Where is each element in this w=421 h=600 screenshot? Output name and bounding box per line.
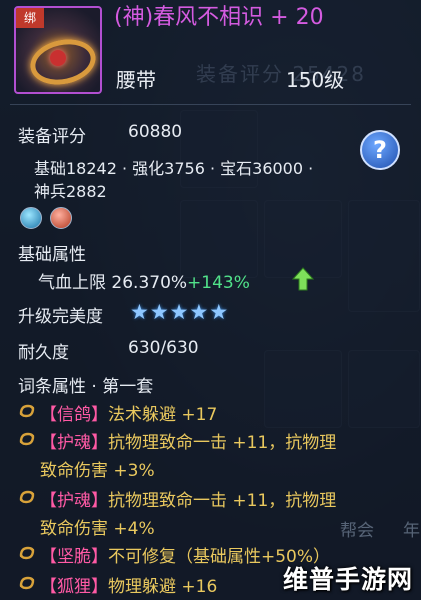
upgrade-label: 升级完美度	[18, 307, 103, 327]
score-value: 60880	[128, 122, 183, 142]
base-attr-stat: 气血上限 26.370%+143%	[38, 268, 250, 293]
affix-swirl-icon	[19, 404, 35, 418]
base-attr-bonus: +143%	[187, 273, 250, 293]
help-button[interactable]: ?	[360, 130, 400, 170]
red-gem-icon	[50, 207, 72, 229]
affix-row: 【护魂】抗物理致命一击 +11，抗物理	[40, 428, 336, 453]
durability-value: 630/630	[128, 338, 199, 358]
star-icon: ★	[149, 300, 169, 324]
affix-text: 物理躲避 +16	[108, 577, 218, 597]
affix-row: 【护魂】抗物理致命一击 +11，抗物理	[40, 486, 336, 511]
score-label: 装备评分	[18, 127, 86, 147]
item-slot: 腰带	[116, 68, 156, 92]
item-name: (神)春风不相识 + 20	[114, 5, 324, 30]
affix-swirl-icon	[19, 576, 35, 590]
affix-tag: 【狐狸】	[40, 577, 108, 597]
bound-badge: 绑	[16, 8, 44, 28]
item-level: 150级	[286, 68, 345, 92]
base-attr-title: 基础属性	[18, 245, 86, 265]
affix-swirl-icon	[19, 490, 35, 504]
affix-tag: 【坚脆】	[40, 547, 108, 567]
affix-swirl-icon	[19, 546, 35, 560]
background-hint-right: 年	[403, 521, 420, 541]
star-icon: ★	[189, 300, 209, 324]
item-icon: 绑	[14, 6, 102, 94]
affix-title: 词条属性 · 第一套	[18, 377, 154, 397]
upgrade-arrow-icon	[292, 267, 314, 291]
background-hint-left: 帮会	[340, 521, 374, 541]
affix-tag: 【信鸽】	[40, 405, 108, 425]
upgrade-stars: ★ ★ ★ ★ ★	[130, 301, 228, 323]
site-watermark: 维普手游网	[282, 565, 413, 594]
item-tooltip: 绑 装备评分 25428 (神)春风不相识 + 20 腰带 150级 装备评分 …	[0, 0, 421, 600]
affix-text: 抗物理致命一击 +11，抗物理	[108, 433, 337, 453]
affix-text-wrap: 致命伤害 +4%	[40, 519, 155, 539]
blue-gem-icon	[20, 207, 42, 229]
durability-label: 耐久度	[18, 343, 69, 363]
star-icon: ★	[169, 300, 189, 324]
star-icon: ★	[209, 300, 229, 324]
affix-text-wrap: 致命伤害 +3%	[40, 461, 155, 481]
affix-row: 【狐狸】物理躲避 +16	[40, 572, 217, 597]
base-attr-value: 气血上限 26.370%	[38, 273, 188, 293]
divider	[10, 104, 411, 105]
star-icon: ★	[130, 300, 149, 324]
affix-tag: 【护魂】	[40, 433, 108, 453]
affix-swirl-icon	[19, 432, 35, 446]
affix-tag: 【护魂】	[40, 491, 108, 511]
belt-gem-icon	[50, 50, 66, 66]
score-breakdown-line1: 基础18242 · 强化3756 · 宝石36000 ·	[34, 159, 314, 178]
affix-text: 法术躲避 +17	[108, 405, 218, 425]
score-breakdown-line2: 神兵2882	[34, 182, 107, 201]
affix-row: 【信鸽】法术躲避 +17	[40, 400, 217, 425]
affix-text: 抗物理致命一击 +11，抗物理	[108, 491, 337, 511]
